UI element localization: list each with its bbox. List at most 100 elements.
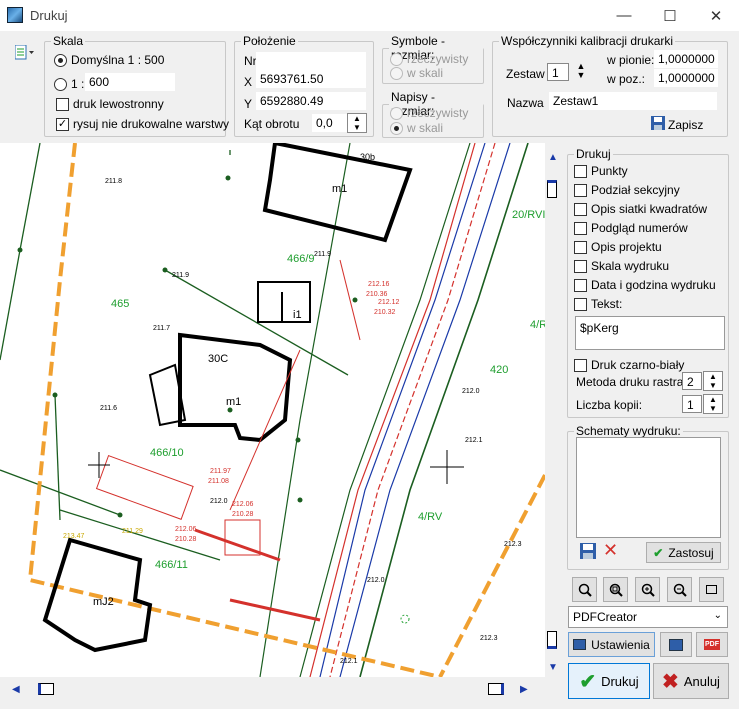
option-podzial[interactable]: Podział sekcyjny — [574, 183, 680, 197]
map-label-30c: 30C — [208, 353, 228, 365]
frame-icon — [706, 585, 717, 594]
czarno-label: Druk czarno-biały — [591, 358, 685, 372]
napisy-opt2-label: w skali — [407, 121, 444, 135]
close-button[interactable]: ✕ — [693, 0, 739, 31]
option-label: Podział sekcyjny — [591, 183, 680, 197]
lewostronny-check[interactable] — [56, 97, 69, 111]
option-punkty[interactable]: Punkty — [574, 164, 628, 178]
h-21032: 210.32 — [374, 309, 396, 316]
option-opis-projektu[interactable]: Opis projektu — [574, 240, 662, 254]
lewostronny-label: druk lewostronny — [73, 97, 164, 111]
kopie-spinner[interactable]: ▲ ▼ — [703, 394, 723, 414]
zapisz-button[interactable]: Zapisz — [651, 116, 703, 133]
napisy-rzeczywisty[interactable]: rzeczywisty — [390, 106, 468, 120]
rysuj-checkbox[interactable]: ✓ rysuj nie drukowalne warstwy — [56, 117, 229, 131]
h-2120c: 212.0 — [210, 498, 228, 505]
nr-input[interactable] — [256, 52, 366, 70]
radio-default[interactable] — [54, 53, 67, 67]
kalibracja-legend: Współczynniki kalibracji drukarki — [501, 34, 674, 48]
zoom-out-button[interactable] — [667, 577, 692, 602]
drukuj-button[interactable]: ✔ Drukuj — [568, 663, 650, 699]
option-label: Skala wydruku — [591, 259, 670, 273]
symbole-w-skali[interactable]: w skali — [390, 66, 443, 80]
printer-icon — [573, 639, 587, 650]
rysuj-check[interactable]: ✓ — [56, 117, 69, 131]
hscroll-thumb-right[interactable] — [488, 683, 504, 695]
h-2117: 211.7 — [153, 325, 170, 332]
anuluj-button[interactable]: ✖ Anuluj — [653, 663, 729, 699]
y-input[interactable]: 6592880.49 — [256, 92, 366, 110]
minimize-button[interactable]: — — [601, 0, 647, 31]
option-data[interactable]: Data i godzina wydruku — [574, 278, 716, 292]
map-label-466-9: 466/9 — [287, 253, 315, 265]
symbole-opt2-label: w skali — [407, 66, 444, 80]
map-label-20rv: 20/RVI — [512, 209, 545, 221]
map-preview[interactable]: 465 466/9 466/10 466/11 420 4/RV 20/RVI … — [0, 143, 545, 677]
print-preview-button[interactable] — [660, 632, 692, 657]
h-2123b: 212.3 — [504, 541, 522, 548]
scale-custom-input[interactable]: 600 — [85, 73, 175, 91]
scale-custom-radio[interactable]: 1 : — [54, 77, 84, 91]
x-input[interactable]: 5693761.50 — [256, 70, 366, 88]
zestaw-spinner[interactable]: ▲ ▼ — [571, 62, 591, 84]
nazwa-input[interactable]: Zestaw1 — [549, 92, 717, 110]
option-label: Podgląd numerów — [591, 221, 688, 235]
scroll-up-arrow[interactable]: ▲ — [548, 152, 558, 163]
metoda-spinner[interactable]: ▲ ▼ — [703, 371, 723, 391]
scale-default-radio[interactable]: Domyślna 1 : 500 — [54, 53, 164, 67]
metoda-input[interactable]: 2 — [682, 372, 702, 390]
napisy-w-skali[interactable]: w skali — [390, 121, 443, 135]
poz-input[interactable]: 1,0000000 — [654, 69, 718, 87]
radio-custom[interactable] — [54, 77, 67, 91]
poz-label: w poz.: — [607, 72, 646, 86]
nazwa-label: Nazwa — [507, 96, 544, 110]
option-label: Punkty — [591, 164, 628, 178]
floppy-icon — [651, 116, 665, 133]
scroll-down-arrow[interactable]: ▼ — [548, 662, 558, 673]
option-siatka[interactable]: Opis siatki kwadratów — [574, 202, 707, 216]
h-2119: 211.9 — [314, 251, 331, 258]
kopie-input[interactable]: 1 — [682, 395, 702, 413]
map-label-420: 420 — [490, 364, 508, 376]
kat-spinner[interactable]: ▲ ▼ — [347, 113, 367, 133]
tekst-textarea[interactable]: $pKerg — [575, 316, 725, 350]
schemat-delete-icon[interactable]: ✕ — [603, 541, 618, 559]
check-icon: ✔ — [579, 670, 597, 693]
option-skala[interactable]: Skala wydruku — [574, 259, 669, 273]
app-icon — [7, 7, 23, 23]
vscroll-thumb-bottom[interactable] — [547, 631, 557, 649]
h-2120b: 212.0 — [367, 577, 385, 584]
printer-icon — [669, 638, 683, 651]
schemat-save-icon[interactable] — [580, 543, 596, 562]
maximize-button[interactable]: ☐ — [647, 0, 693, 31]
kat-input[interactable]: 0,0 — [312, 114, 348, 132]
x-label: X — [244, 75, 253, 89]
lewostronny-checkbox[interactable]: druk lewostronny — [56, 97, 164, 111]
symbole-rzeczywisty[interactable]: rzeczywisty — [390, 52, 468, 66]
page-frame-button[interactable] — [699, 577, 724, 602]
map-label-4rv: 4/RV — [418, 511, 443, 523]
zoom-in-button[interactable] — [635, 577, 660, 602]
pion-input[interactable]: 1,0000000 — [654, 50, 718, 68]
schematy-list[interactable] — [576, 437, 721, 538]
window-title: Drukuj — [30, 8, 68, 23]
horizontal-scrollbar[interactable]: ◀ ▶ — [0, 679, 545, 701]
pdf-button[interactable]: PDF — [696, 632, 728, 657]
hscroll-thumb-left[interactable] — [38, 683, 54, 695]
vscroll-thumb-top[interactable] — [547, 180, 557, 198]
scroll-left-arrow[interactable]: ◀ — [12, 684, 20, 695]
option-czarno-bialy[interactable]: Druk czarno-biały — [574, 358, 684, 372]
zastosuj-button[interactable]: ✔ Zastosuj — [646, 542, 721, 563]
options-menu-icon[interactable] — [14, 44, 35, 61]
option-tekst[interactable]: Tekst: — [574, 297, 622, 311]
option-numery[interactable]: Podgląd numerów — [574, 221, 688, 235]
zoom-window-button[interactable] — [603, 577, 628, 602]
scroll-right-arrow[interactable]: ▶ — [520, 684, 528, 695]
printer-select[interactable]: PDFCreator ⌄ — [568, 606, 728, 628]
ustawienia-button[interactable]: Ustawienia — [568, 632, 655, 657]
map-label-30b: 30b — [360, 152, 375, 162]
zoom-fit-button[interactable] — [572, 577, 597, 602]
zestaw-input[interactable]: 1 — [547, 63, 569, 81]
scale-default-label: Domyślna 1 : 500 — [71, 53, 165, 67]
anuluj-label: Anuluj — [683, 673, 720, 689]
